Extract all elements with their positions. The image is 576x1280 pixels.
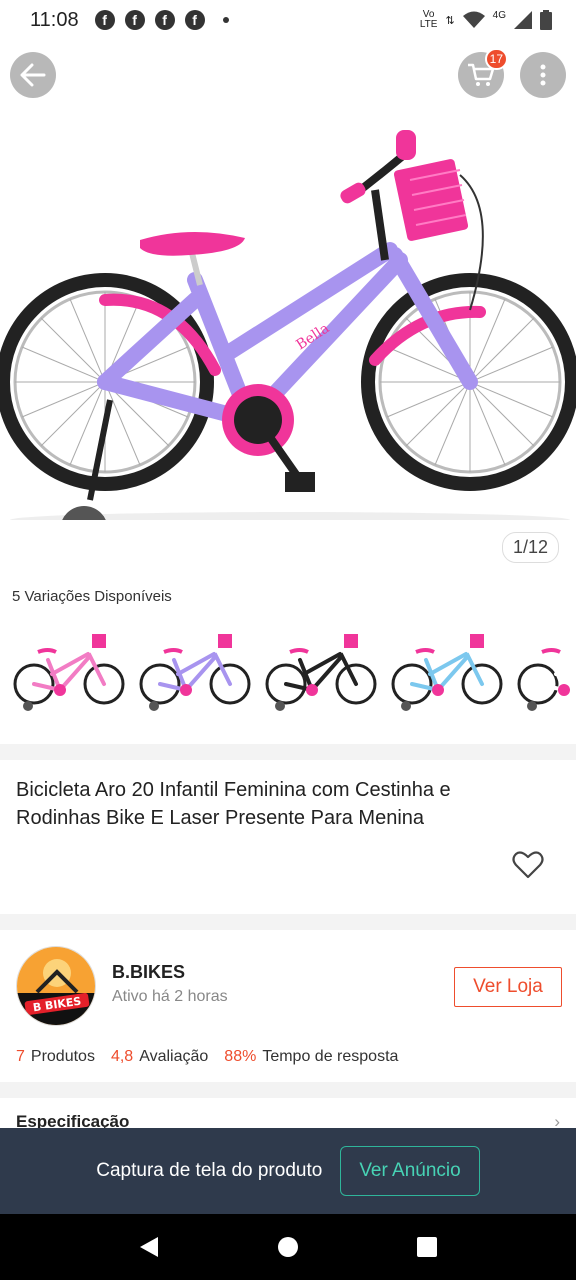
- variation-thumbnails: [0, 626, 576, 730]
- variation-bike-image: [265, 634, 377, 711]
- nav-home-icon[interactable]: [277, 1236, 299, 1258]
- more-notifications-icon: [222, 17, 229, 23]
- variation-bike-image: [391, 634, 503, 711]
- variation-bike-image: [13, 634, 125, 711]
- stat-response-time: 88% Tempo de resposta: [224, 1048, 399, 1065]
- product-title: Bicicleta Aro 20 Infantil Feminina com C…: [16, 779, 451, 829]
- variation-thumbnail[interactable]: [514, 626, 576, 730]
- visit-shop-button[interactable]: Ver Loja: [454, 967, 562, 1007]
- divider: [0, 914, 576, 930]
- nav-recents-icon[interactable]: [416, 1236, 438, 1258]
- cart-button[interactable]: 17: [458, 48, 508, 98]
- variation-bike-image: [139, 634, 251, 711]
- back-button[interactable]: [10, 52, 56, 98]
- status-bar: 11:08 f f f f Vo LTE ⇅ 4G: [0, 0, 576, 40]
- system-icons: Vo LTE ⇅ 4G: [420, 10, 552, 30]
- image-counter: 1/12: [502, 532, 560, 563]
- more-options-button[interactable]: [520, 52, 566, 98]
- variation-thumbnail[interactable]: [10, 626, 128, 730]
- facebook-icon: f: [154, 10, 175, 30]
- notification-icons: f f f f: [94, 10, 229, 30]
- product-bike-image: Bella: [0, 130, 576, 520]
- shop-active-status: Ativo há 2 horas: [112, 988, 228, 1005]
- stat-rating: 4,8 Avaliação: [110, 1048, 209, 1065]
- shop-logo: B BIKES: [17, 947, 95, 1025]
- arrow-left-icon: [20, 63, 46, 87]
- view-ad-button[interactable]: Ver Anúncio: [340, 1146, 480, 1196]
- product-image-gallery[interactable]: Bella 17 1/12: [0, 40, 576, 580]
- wifi-icon: [462, 11, 485, 28]
- data-arrows-icon: ⇅: [445, 14, 455, 27]
- volte-icon: Vo LTE: [419, 9, 438, 30]
- variation-thumbnail[interactable]: [136, 626, 254, 730]
- screenshot-banner: Captura de tela do produto Ver Anúncio: [0, 1128, 576, 1214]
- favorite-button[interactable]: [512, 850, 546, 882]
- divider: [0, 1082, 576, 1098]
- facebook-icon: f: [124, 10, 145, 30]
- system-nav-bar: [0, 1214, 576, 1280]
- nav-back-icon[interactable]: [138, 1235, 160, 1259]
- facebook-icon: f: [184, 10, 205, 30]
- heart-icon: [512, 851, 544, 879]
- shop-name[interactable]: B.BIKES: [112, 962, 185, 983]
- cart-count-badge: 17: [484, 48, 508, 70]
- shop-avatar[interactable]: B BIKES: [16, 946, 96, 1026]
- signal-icon: [514, 11, 532, 29]
- variation-thumbnail[interactable]: [262, 626, 380, 730]
- facebook-icon: f: [94, 10, 115, 30]
- divider: [0, 744, 576, 760]
- variation-bike-image: [517, 648, 576, 711]
- variations-title: 5 Variações Disponíveis: [12, 588, 172, 605]
- variations-section: 5 Variações Disponíveis: [0, 580, 576, 744]
- shop-stats: 7 Produtos 4,8 Avaliação 88% Tempo de respo…: [16, 1048, 398, 1066]
- status-time: 11:08: [30, 8, 79, 31]
- variation-thumbnail[interactable]: [388, 626, 506, 730]
- battery-icon: [540, 10, 552, 30]
- stat-products: 7 Produtos: [16, 1048, 95, 1065]
- more-vertical-icon: [540, 64, 546, 86]
- banner-text: Captura de tela do produto: [96, 1160, 323, 1181]
- network-type-label: 4G: [492, 10, 506, 21]
